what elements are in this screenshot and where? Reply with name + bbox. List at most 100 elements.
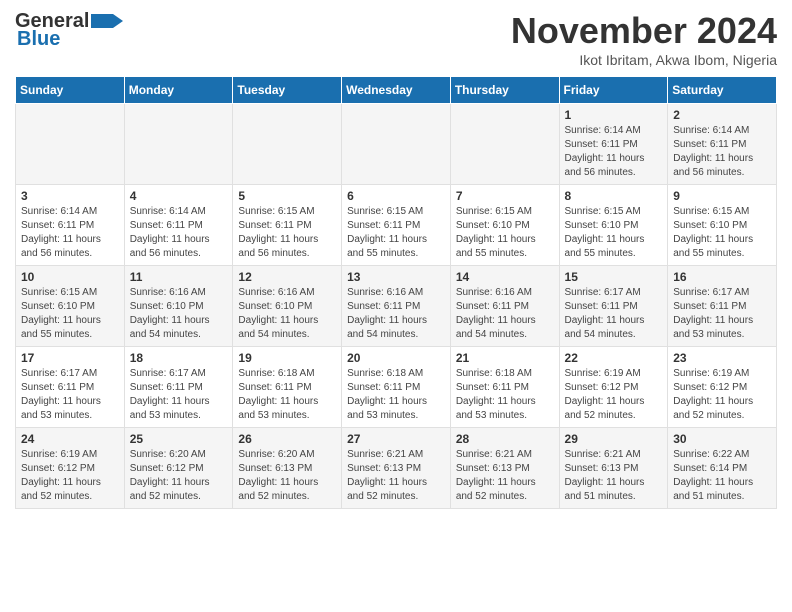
day-number: 23 — [673, 351, 771, 365]
day-info: Sunrise: 6:18 AM Sunset: 6:11 PM Dayligh… — [456, 367, 554, 423]
day-number: 4 — [130, 189, 228, 203]
calendar-cell: 24Sunrise: 6:19 AM Sunset: 6:12 PM Dayli… — [16, 428, 125, 509]
calendar-cell: 13Sunrise: 6:16 AM Sunset: 6:11 PM Dayli… — [342, 266, 451, 347]
calendar-cell: 30 Sunrise: 6:22 AM Sunset: 6:14 PM Dayli… — [668, 428, 777, 509]
calendar-cell: 12Sunrise: 6:16 AM Sunset: 6:10 PM Dayli… — [233, 266, 342, 347]
day-info: Sunrise: 6:17 AM Sunset: 6:11 PM Dayligh… — [21, 367, 119, 423]
day-info: Sunrise: 6:15 AM Sunset: 6:11 PM Dayligh… — [347, 205, 445, 261]
calendar-cell — [124, 104, 233, 185]
calendar-cell — [16, 104, 125, 185]
day-number: 30 — [673, 432, 771, 446]
calendar-cell: 14 Sunrise: 6:16 AM Sunset: 6:11 PM Dayli… — [450, 266, 559, 347]
day-number: 14 — [456, 270, 554, 284]
day-number: 29 — [565, 432, 663, 446]
day-number: 13 — [347, 270, 445, 284]
day-number: 27 — [347, 432, 445, 446]
day-info: Sunrise: 6:21 AM Sunset: 6:13 PM Dayligh… — [565, 448, 663, 504]
day-number: 11 — [130, 270, 228, 284]
month-title: November 2024 — [511, 10, 777, 52]
day-info: Sunrise: 6:15 AM Sunset: 6:10 PM Dayligh… — [673, 205, 771, 261]
calendar-cell: 20 Sunrise: 6:18 AM Sunset: 6:11 PM Dayli… — [342, 347, 451, 428]
weekday-header: Sunday — [16, 77, 125, 104]
calendar-cell: 25Sunrise: 6:20 AM Sunset: 6:12 PM Dayli… — [124, 428, 233, 509]
day-number: 9 — [673, 189, 771, 203]
calendar-cell: 18 Sunrise: 6:17 AM Sunset: 6:11 PM Dayli… — [124, 347, 233, 428]
day-number: 5 — [238, 189, 336, 203]
calendar-cell: 19Sunrise: 6:18 AM Sunset: 6:11 PM Dayli… — [233, 347, 342, 428]
calendar-week-row: 24Sunrise: 6:19 AM Sunset: 6:12 PM Dayli… — [16, 428, 777, 509]
calendar-week-row: 1 Sunrise: 6:14 AM Sunset: 6:11 PM Daylig… — [16, 104, 777, 185]
day-info: Sunrise: 6:18 AM Sunset: 6:11 PM Dayligh… — [347, 367, 445, 423]
calendar-cell — [233, 104, 342, 185]
calendar-cell: 3 Sunrise: 6:14 AM Sunset: 6:11 PM Daylig… — [16, 185, 125, 266]
weekday-header: Monday — [124, 77, 233, 104]
day-number: 22 — [565, 351, 663, 365]
title-area: November 2024 Ikot Ibritam, Akwa Ibom, N… — [511, 10, 777, 68]
day-info: Sunrise: 6:16 AM Sunset: 6:10 PM Dayligh… — [130, 286, 228, 342]
day-info: Sunrise: 6:17 AM Sunset: 6:11 PM Dayligh… — [130, 367, 228, 423]
calendar-cell: 11 Sunrise: 6:16 AM Sunset: 6:10 PM Dayli… — [124, 266, 233, 347]
day-number: 26 — [238, 432, 336, 446]
day-info: Sunrise: 6:14 AM Sunset: 6:11 PM Dayligh… — [130, 205, 228, 261]
day-number: 12 — [238, 270, 336, 284]
header: General Blue November 2024 Ikot Ibritam,… — [15, 10, 777, 68]
day-number: 6 — [347, 189, 445, 203]
day-info: Sunrise: 6:17 AM Sunset: 6:11 PM Dayligh… — [565, 286, 663, 342]
day-number: 18 — [130, 351, 228, 365]
weekday-header: Friday — [559, 77, 668, 104]
calendar-cell: 27 Sunrise: 6:21 AM Sunset: 6:13 PM Dayli… — [342, 428, 451, 509]
calendar-cell: 7 Sunrise: 6:15 AM Sunset: 6:10 PM Daylig… — [450, 185, 559, 266]
logo-icon — [91, 10, 123, 32]
day-info: Sunrise: 6:15 AM Sunset: 6:10 PM Dayligh… — [21, 286, 119, 342]
weekday-header: Thursday — [450, 77, 559, 104]
calendar-cell: 26Sunrise: 6:20 AM Sunset: 6:13 PM Dayli… — [233, 428, 342, 509]
day-info: Sunrise: 6:14 AM Sunset: 6:11 PM Dayligh… — [565, 124, 663, 180]
calendar-cell: 9 Sunrise: 6:15 AM Sunset: 6:10 PM Daylig… — [668, 185, 777, 266]
day-info: Sunrise: 6:18 AM Sunset: 6:11 PM Dayligh… — [238, 367, 336, 423]
calendar-cell: 16 Sunrise: 6:17 AM Sunset: 6:11 PM Dayli… — [668, 266, 777, 347]
calendar-cell: 8Sunrise: 6:15 AM Sunset: 6:10 PM Daylig… — [559, 185, 668, 266]
calendar-table: SundayMondayTuesdayWednesdayThursdayFrid… — [15, 76, 777, 509]
day-number: 28 — [456, 432, 554, 446]
day-info: Sunrise: 6:17 AM Sunset: 6:11 PM Dayligh… — [673, 286, 771, 342]
calendar-cell: 29 Sunrise: 6:21 AM Sunset: 6:13 PM Dayli… — [559, 428, 668, 509]
logo: General Blue — [15, 10, 123, 51]
day-number: 2 — [673, 108, 771, 122]
day-number: 10 — [21, 270, 119, 284]
day-info: Sunrise: 6:21 AM Sunset: 6:13 PM Dayligh… — [347, 448, 445, 504]
calendar-cell: 21 Sunrise: 6:18 AM Sunset: 6:11 PM Dayli… — [450, 347, 559, 428]
day-number: 21 — [456, 351, 554, 365]
calendar-cell: 1 Sunrise: 6:14 AM Sunset: 6:11 PM Daylig… — [559, 104, 668, 185]
day-number: 3 — [21, 189, 119, 203]
day-info: Sunrise: 6:15 AM Sunset: 6:11 PM Dayligh… — [238, 205, 336, 261]
day-number: 15 — [565, 270, 663, 284]
day-info: Sunrise: 6:15 AM Sunset: 6:10 PM Dayligh… — [456, 205, 554, 261]
day-info: Sunrise: 6:19 AM Sunset: 6:12 PM Dayligh… — [673, 367, 771, 423]
logo-blue: Blue — [17, 28, 60, 51]
day-number: 16 — [673, 270, 771, 284]
calendar-week-row: 3 Sunrise: 6:14 AM Sunset: 6:11 PM Daylig… — [16, 185, 777, 266]
day-info: Sunrise: 6:21 AM Sunset: 6:13 PM Dayligh… — [456, 448, 554, 504]
day-info: Sunrise: 6:14 AM Sunset: 6:11 PM Dayligh… — [673, 124, 771, 180]
calendar-cell: 4 Sunrise: 6:14 AM Sunset: 6:11 PM Daylig… — [124, 185, 233, 266]
day-number: 20 — [347, 351, 445, 365]
day-info: Sunrise: 6:15 AM Sunset: 6:10 PM Dayligh… — [565, 205, 663, 261]
calendar-cell: 10 Sunrise: 6:15 AM Sunset: 6:10 PM Dayli… — [16, 266, 125, 347]
day-info: Sunrise: 6:14 AM Sunset: 6:11 PM Dayligh… — [21, 205, 119, 261]
day-info: Sunrise: 6:19 AM Sunset: 6:12 PM Dayligh… — [21, 448, 119, 504]
day-info: Sunrise: 6:19 AM Sunset: 6:12 PM Dayligh… — [565, 367, 663, 423]
day-number: 7 — [456, 189, 554, 203]
day-info: Sunrise: 6:16 AM Sunset: 6:11 PM Dayligh… — [456, 286, 554, 342]
day-info: Sunrise: 6:22 AM Sunset: 6:14 PM Dayligh… — [673, 448, 771, 504]
calendar-cell: 22 Sunrise: 6:19 AM Sunset: 6:12 PM Dayli… — [559, 347, 668, 428]
location: Ikot Ibritam, Akwa Ibom, Nigeria — [511, 52, 777, 68]
calendar-cell — [450, 104, 559, 185]
day-number: 1 — [565, 108, 663, 122]
day-number: 25 — [130, 432, 228, 446]
calendar-cell: 28 Sunrise: 6:21 AM Sunset: 6:13 PM Dayli… — [450, 428, 559, 509]
weekday-header: Wednesday — [342, 77, 451, 104]
calendar-cell: 5 Sunrise: 6:15 AM Sunset: 6:11 PM Daylig… — [233, 185, 342, 266]
calendar-cell: 15 Sunrise: 6:17 AM Sunset: 6:11 PM Dayli… — [559, 266, 668, 347]
calendar-week-row: 10 Sunrise: 6:15 AM Sunset: 6:10 PM Dayli… — [16, 266, 777, 347]
weekday-header: Tuesday — [233, 77, 342, 104]
